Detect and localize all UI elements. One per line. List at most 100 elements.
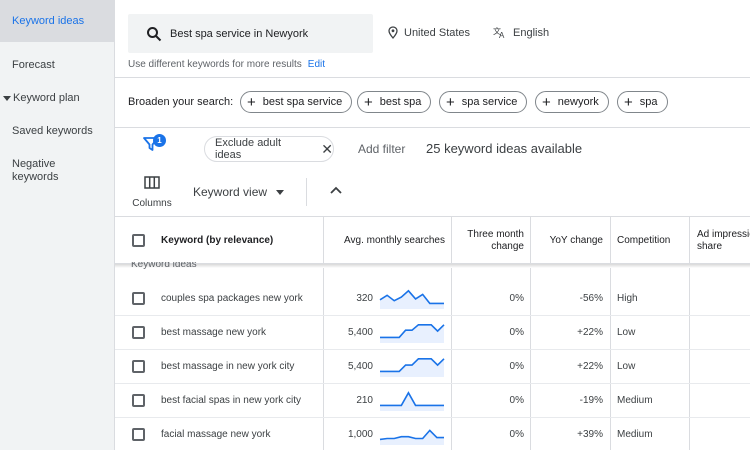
location-selector[interactable]: United States bbox=[388, 26, 470, 39]
sidebar-item-forecast[interactable]: Forecast bbox=[0, 59, 115, 72]
divider bbox=[306, 178, 307, 206]
row-checkbox[interactable] bbox=[132, 360, 145, 373]
keyword-cell: couples spa packages new york bbox=[161, 293, 303, 304]
table-row[interactable]: facial massage new york 1,000 0% +39% Medium bbox=[115, 418, 750, 450]
language-label: English bbox=[513, 26, 550, 39]
three-month-cell: 0% bbox=[509, 327, 524, 338]
broaden-chip[interactable]: + newyork bbox=[535, 91, 609, 113]
yoy-cell: -56% bbox=[579, 293, 603, 304]
broaden-label: Broaden your search: bbox=[128, 96, 234, 108]
trend-sparkline bbox=[380, 357, 445, 377]
table-row[interactable]: best massage new york 5,400 0% +22% Low bbox=[115, 316, 750, 350]
filter-pill-exclude-adult[interactable]: Exclude adult ideas ✕ bbox=[204, 136, 334, 162]
header-ad-impression-share[interactable]: Ad impression share bbox=[697, 217, 750, 265]
plus-icon: + bbox=[624, 93, 633, 111]
table-header: Keyword (by relevance) Avg. monthly sear… bbox=[115, 216, 750, 264]
filter-pill-label: Exclude adult ideas bbox=[215, 137, 282, 161]
avg-searches-cell: 5,400 bbox=[347, 327, 373, 338]
broaden-chip[interactable]: + best spa bbox=[357, 91, 432, 113]
yoy-cell: +39% bbox=[577, 429, 603, 440]
keyword-cell: facial massage new york bbox=[161, 429, 271, 440]
chevron-down-icon bbox=[276, 189, 285, 195]
avg-searches-cell: 1,000 bbox=[347, 429, 373, 440]
keyword-view-label: Keyword view bbox=[193, 185, 268, 199]
keyword-cell: best massage in new york city bbox=[161, 361, 295, 372]
chip-label: best spa service bbox=[262, 96, 343, 108]
plus-icon: + bbox=[446, 93, 455, 111]
chip-label: newyork bbox=[557, 96, 599, 108]
location-label: United States bbox=[404, 26, 471, 39]
plus-icon: + bbox=[542, 93, 551, 111]
edit-link[interactable]: Edit bbox=[308, 59, 325, 70]
row-checkbox[interactable] bbox=[132, 394, 145, 407]
row-checkbox[interactable] bbox=[132, 428, 145, 441]
competition-cell: High bbox=[617, 293, 638, 304]
search-input[interactable]: Best spa service in Newyork bbox=[128, 14, 373, 53]
sidebar-item-negative-keywords[interactable]: Negative keywords bbox=[0, 158, 80, 184]
sidebar-item-label: Keyword plan bbox=[13, 92, 80, 104]
table-row[interactable]: best facial spas in new york city 210 0% -1… bbox=[115, 384, 750, 418]
row-checkbox[interactable] bbox=[132, 326, 145, 339]
header-shadow bbox=[115, 264, 750, 268]
sidebar-item-keyword-ideas[interactable]: Keyword ideas bbox=[0, 0, 115, 42]
broaden-chip[interactable]: + spa bbox=[617, 91, 668, 113]
table-row[interactable]: best massage in new york city 5,400 0% +22%… bbox=[115, 350, 750, 384]
caret-down-icon bbox=[3, 95, 11, 101]
competition-cell: Medium bbox=[617, 429, 653, 440]
competition-cell: Medium bbox=[617, 395, 653, 406]
yoy-cell: +22% bbox=[577, 361, 603, 372]
sidebar-item-keyword-plan[interactable]: Keyword plan bbox=[0, 92, 115, 105]
columns-label: Columns bbox=[132, 198, 172, 209]
three-month-cell: 0% bbox=[509, 429, 524, 440]
hint-text: Use different keywords for more results bbox=[128, 59, 302, 70]
search-hint: Use different keywords for more results E… bbox=[128, 59, 325, 70]
keyword-cell: best massage new york bbox=[161, 327, 267, 338]
avg-searches-cell: 320 bbox=[356, 293, 373, 304]
header-competition[interactable]: Competition bbox=[617, 217, 670, 265]
yoy-cell: +22% bbox=[577, 327, 603, 338]
divider bbox=[115, 77, 750, 78]
close-icon[interactable]: ✕ bbox=[321, 141, 333, 158]
plus-icon: + bbox=[364, 93, 373, 111]
trend-area bbox=[380, 392, 444, 411]
broaden-chip[interactable]: + best spa service bbox=[240, 91, 353, 113]
language-selector[interactable]: 文 A English bbox=[493, 26, 549, 39]
chip-label: spa bbox=[639, 96, 658, 108]
header-avg-monthly-searches[interactable]: Avg. monthly searches bbox=[335, 217, 445, 265]
header-three-month-change[interactable]: Three month change bbox=[460, 217, 524, 265]
select-all-checkbox[interactable] bbox=[132, 234, 145, 247]
three-month-cell: 0% bbox=[509, 293, 524, 304]
competition-cell: Low bbox=[617, 361, 636, 372]
competition-cell: Low bbox=[617, 327, 636, 338]
table-row[interactable]: couples spa packages new york 320 0% -56% Hi… bbox=[115, 282, 750, 316]
divider bbox=[115, 127, 750, 128]
broaden-chip[interactable]: + spa service bbox=[439, 91, 528, 113]
location-pin-icon bbox=[388, 26, 398, 39]
search-icon bbox=[147, 26, 162, 41]
three-month-cell: 0% bbox=[509, 395, 524, 406]
chip-label: best spa bbox=[379, 96, 422, 108]
filter-count-badge: 1 bbox=[153, 134, 166, 147]
translate-icon: 文 A bbox=[493, 26, 505, 39]
header-keyword[interactable]: Keyword (by relevance) bbox=[161, 217, 273, 265]
group-label: Keyword ideas bbox=[131, 262, 197, 270]
add-filter-button[interactable]: Add filter bbox=[358, 142, 405, 156]
keyword-view-dropdown[interactable]: Keyword view bbox=[193, 185, 285, 199]
sidebar: Keyword ideas Forecast Keyword plan Save… bbox=[0, 0, 115, 450]
yoy-cell: -19% bbox=[579, 395, 603, 406]
trend-sparkline bbox=[379, 429, 444, 445]
avg-searches-cell: 210 bbox=[356, 395, 373, 406]
svg-text:A: A bbox=[499, 31, 505, 39]
keyword-cell: best facial spas in new york city bbox=[161, 395, 302, 406]
columns-button[interactable]: Columns bbox=[131, 176, 173, 209]
trend-sparkline bbox=[380, 323, 445, 343]
search-query: Best spa service in Newyork bbox=[170, 27, 309, 40]
header-yoy-change[interactable]: YoY change bbox=[540, 217, 603, 265]
plus-icon: + bbox=[247, 93, 256, 111]
avg-searches-cell: 5,400 bbox=[347, 361, 373, 372]
columns-icon bbox=[144, 176, 160, 189]
sidebar-item-saved-keywords[interactable]: Saved keywords bbox=[0, 125, 115, 138]
three-month-cell: 0% bbox=[509, 361, 524, 372]
row-checkbox[interactable] bbox=[132, 292, 145, 305]
chevron-up-icon[interactable] bbox=[330, 186, 342, 194]
